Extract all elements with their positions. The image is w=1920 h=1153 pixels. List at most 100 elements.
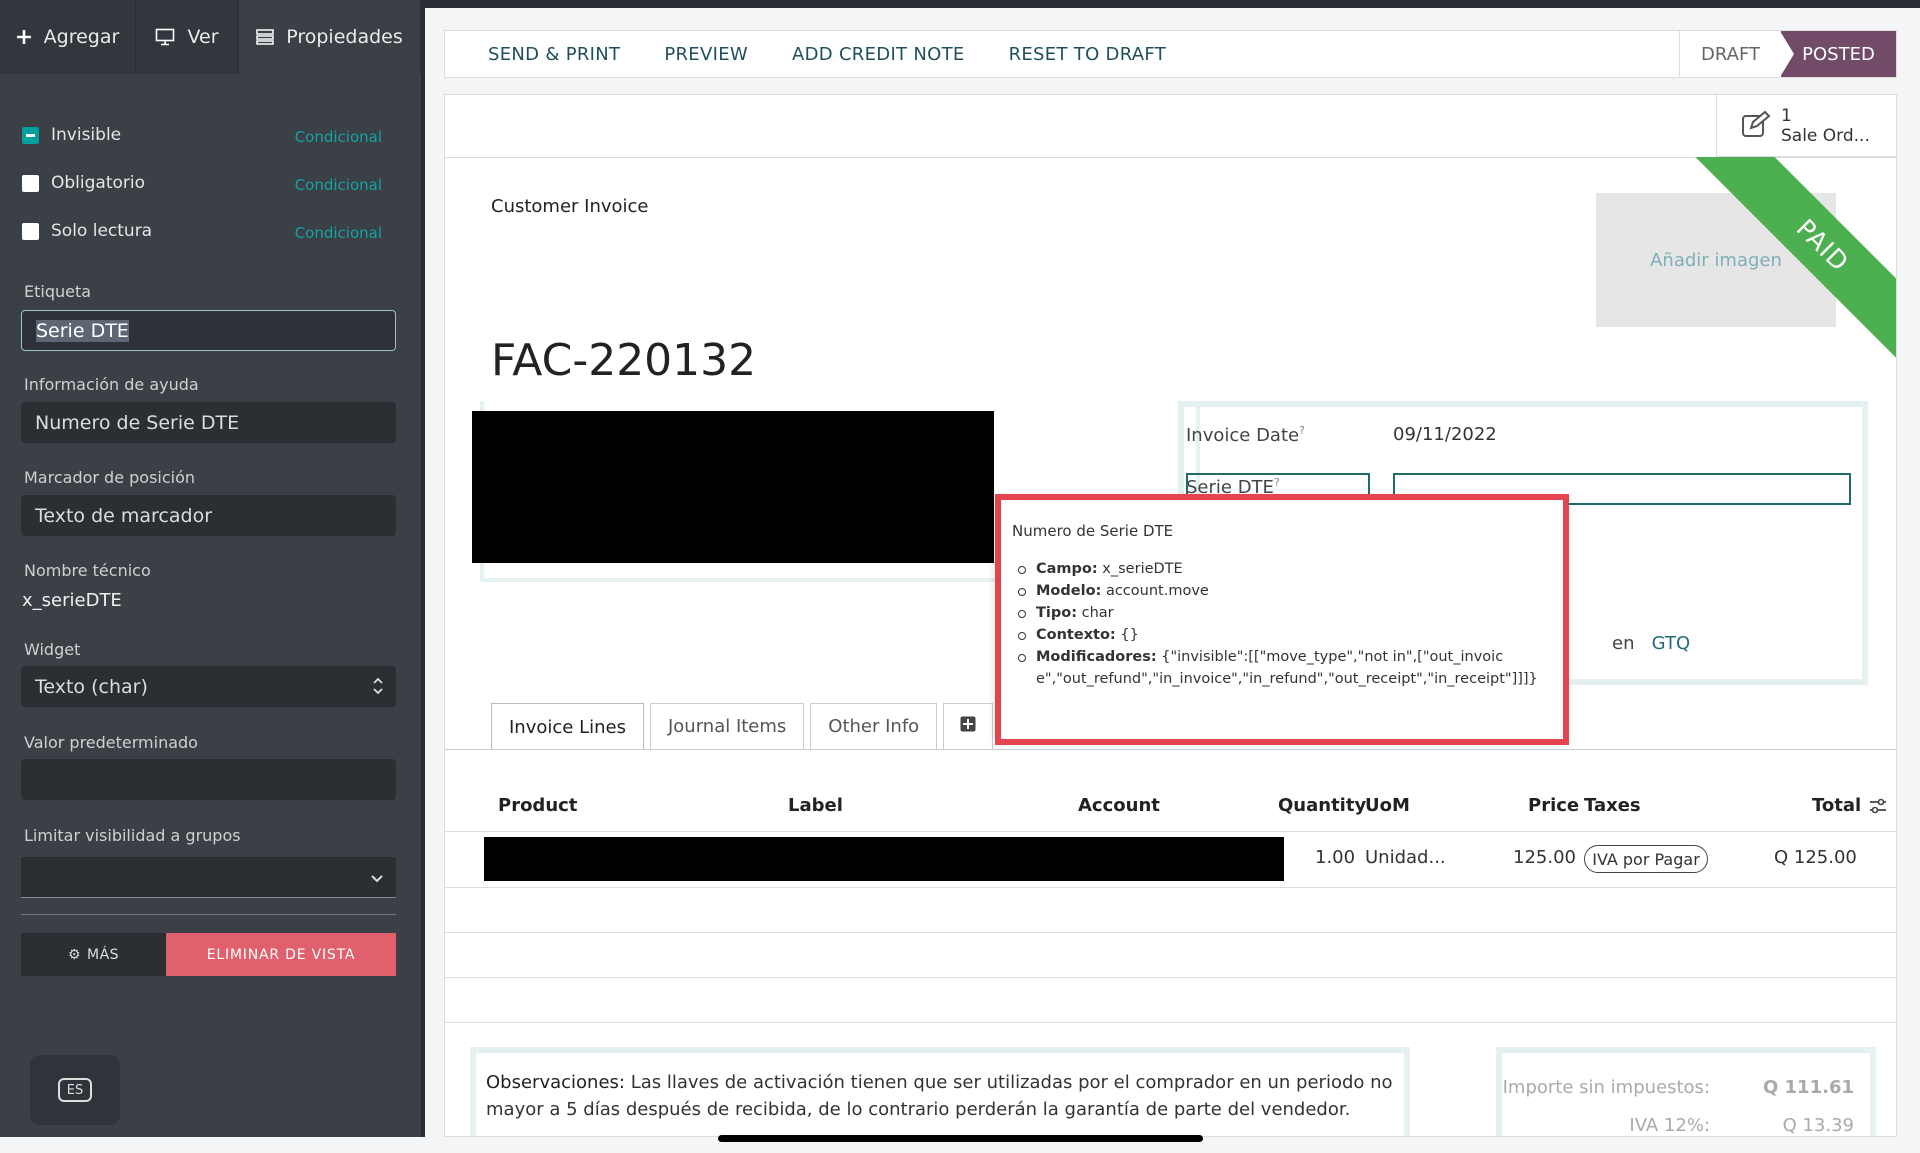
tab-journal-items[interactable]: Journal Items (649, 703, 805, 749)
sale-orders-smart-button[interactable]: 1 Sale Ord... (1716, 95, 1896, 157)
action-bar: SEND & PRINT PREVIEW ADD CREDIT NOTE RES… (444, 30, 1897, 78)
chevron-down-icon (370, 869, 384, 891)
etiqueta-label: Etiqueta (24, 282, 92, 301)
studio-sidebar: Agregar Ver Propiedades Invisible Condic… (0, 0, 421, 1137)
tab-propiedades-label: Propiedades (286, 26, 403, 48)
col-price[interactable]: Price (1528, 795, 1579, 816)
tab-agregar[interactable]: Agregar (0, 0, 136, 74)
option-obligatorio: Obligatorio Condicional (22, 168, 382, 198)
add-credit-note-button[interactable]: ADD CREDIT NOTE (792, 44, 965, 65)
col-account[interactable]: Account (1078, 795, 1160, 816)
solo-lectura-checkbox[interactable] (22, 222, 39, 240)
tab-other-info[interactable]: Other Info (810, 703, 938, 749)
valor-predeterminado-input[interactable] (21, 759, 396, 800)
etiqueta-input[interactable]: Serie DTE (21, 310, 396, 351)
row-total: Q 125.00 (1774, 847, 1857, 868)
eliminar-label: ELIMINAR DE VISTA (206, 946, 356, 963)
grupos-select[interactable] (21, 857, 396, 898)
tooltip-list: Campo: x_serieDTE Modelo: account.move T… (1018, 558, 1538, 690)
marcador-input[interactable]: Texto de marcador (21, 495, 396, 536)
obligatorio-checkbox[interactable] (22, 174, 39, 192)
add-tab-button[interactable] (943, 703, 994, 749)
tooltip-title: Numero de Serie DTE (1012, 522, 1174, 540)
solo-lectura-conditional-link[interactable]: Condicional (295, 224, 382, 242)
tab-propiedades[interactable]: Propiedades (239, 0, 421, 74)
help-marker: ? (1299, 424, 1305, 437)
option-solo-lectura: Solo lectura Condicional (22, 216, 382, 246)
tooltip-key-campo: Campo: (1036, 561, 1098, 577)
row-uom[interactable]: Unidad... (1365, 847, 1446, 868)
tooltip-item-modelo: Modelo: account.move (1018, 580, 1538, 602)
col-product[interactable]: Product (498, 795, 577, 816)
widget-select[interactable]: Texto (char) (21, 666, 396, 707)
sidebar-divider (21, 914, 396, 915)
valor-predeterminado-label: Valor predeterminado (24, 733, 198, 752)
send-print-button[interactable]: SEND & PRINT (488, 44, 620, 65)
row-divider (445, 831, 1896, 832)
document-name: FAC-220132 (491, 335, 757, 386)
reset-to-draft-button[interactable]: RESET TO DRAFT (1009, 44, 1166, 65)
home-indicator[interactable] (718, 1135, 1203, 1142)
solo-lectura-label: Solo lectura (51, 221, 153, 241)
grupos-label: Limitar visibilidad a grupos (24, 826, 241, 845)
tab-invoice-lines[interactable]: Invoice Lines (491, 703, 644, 750)
select-arrows-icon (372, 674, 384, 703)
tooltip-item-campo: Campo: x_serieDTE (1018, 558, 1538, 580)
invisible-checkbox[interactable] (22, 126, 39, 144)
col-uom[interactable]: UoM (1365, 795, 1410, 816)
paid-ribbon-wrap: PAID (1686, 157, 1896, 377)
tooltip-key-tipo: Tipo: (1036, 605, 1078, 621)
language-button[interactable]: ES (30, 1055, 120, 1125)
plus-icon (16, 29, 32, 45)
currency-field: en GTQ (1612, 633, 1690, 654)
ayuda-input[interactable]: Numero de Serie DTE (21, 402, 396, 443)
edit-icon (1741, 110, 1771, 142)
observaciones-block: Observaciones: Las llaves de activación … (470, 1047, 1410, 1136)
obligatorio-conditional-link[interactable]: Condicional (295, 176, 382, 194)
field-tooltip: Numero de Serie DTE Campo: x_serieDTE Mo… (995, 495, 1565, 740)
tab-ver-label: Ver (187, 26, 219, 48)
row-divider-5 (445, 1022, 1896, 1023)
status-draft[interactable]: DRAFT (1679, 31, 1781, 77)
tax-badge[interactable]: IVA por Pagar (1584, 845, 1708, 873)
row-quantity[interactable]: 1.00 (1315, 847, 1355, 868)
tab-ver[interactable]: Ver (136, 0, 239, 74)
mas-label: MÁS (87, 946, 120, 963)
sidebar-tabs: Agregar Ver Propiedades (0, 0, 421, 74)
subtotal-value: Q 111.61 (1762, 1077, 1854, 1098)
preview-button[interactable]: PREVIEW (664, 44, 748, 65)
eliminar-de-vista-button[interactable]: ELIMINAR DE VISTA (166, 933, 396, 976)
etiqueta-value: Serie DTE (36, 319, 129, 342)
smart-button-count: 1 (1781, 105, 1792, 126)
invoice-date-value[interactable]: 09/11/2022 (1393, 424, 1497, 445)
observaciones-label: Observaciones: (486, 1072, 625, 1093)
smart-button-label: Sale Ord... (1781, 125, 1870, 146)
currency-link[interactable]: GTQ (1652, 633, 1690, 654)
language-icon: ES (58, 1078, 92, 1102)
notebook-tabs: Invoice Lines Journal Items Other Info (491, 703, 994, 750)
redacted-partner-block (472, 411, 994, 563)
tooltip-val-tipo: char (1081, 605, 1114, 621)
row-divider-4 (445, 977, 1896, 978)
col-total[interactable]: Total (1812, 795, 1861, 816)
col-quantity[interactable]: Quantity (1278, 795, 1366, 816)
tooltip-key-modificadores: Modificadores: (1036, 649, 1157, 665)
marcador-label: Marcador de posición (24, 468, 196, 487)
option-invisible: Invisible Condicional (22, 120, 382, 150)
invoice-date-label: Invoice Date? (1186, 424, 1305, 446)
plus-square-icon (960, 716, 976, 737)
subtotal-label: Importe sin impuestos: (1502, 1077, 1710, 1098)
mas-button[interactable]: ⚙ MÁS (21, 933, 166, 976)
invisible-conditional-link[interactable]: Condicional (295, 128, 382, 146)
tabs-underline (445, 749, 1896, 750)
status-posted[interactable]: POSTED (1780, 31, 1896, 77)
row-price[interactable]: 125.00 (1513, 847, 1576, 868)
col-taxes[interactable]: Taxes (1584, 795, 1641, 816)
tooltip-key-contexto: Contexto: (1036, 627, 1116, 643)
invoice-date-label-text: Invoice Date (1186, 425, 1300, 446)
redacted-product-block (484, 837, 1284, 881)
paid-ribbon: PAID (1686, 157, 1896, 377)
column-settings-icon[interactable] (1869, 797, 1887, 819)
col-label[interactable]: Label (788, 795, 843, 816)
invisible-label: Invisible (51, 125, 122, 145)
